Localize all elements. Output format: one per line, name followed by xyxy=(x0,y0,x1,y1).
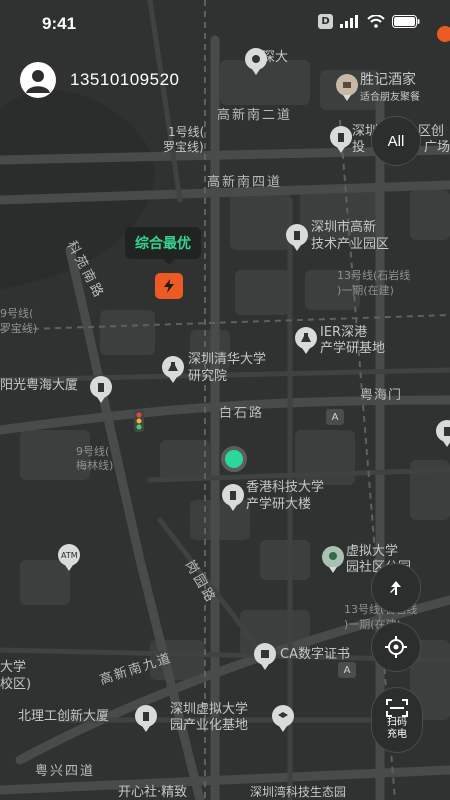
current-location-dot xyxy=(221,446,247,472)
lightning-icon xyxy=(164,279,174,293)
place-label: 深圳市高新 xyxy=(311,220,377,235)
bookstore-poi-icon[interactable] xyxy=(254,643,276,670)
place-label: CA数字证书 xyxy=(280,647,350,662)
location-pin-icon[interactable] xyxy=(437,26,450,42)
direction-arrow-icon xyxy=(390,581,401,595)
wifi-icon xyxy=(367,15,385,28)
place-label: 产学研基地 xyxy=(320,341,386,356)
place-label: 园产业化基地 xyxy=(170,718,249,733)
road-label: 白石路 xyxy=(219,406,265,421)
place-label: 研究院 xyxy=(188,369,228,384)
restaurant-poi-icon[interactable] xyxy=(336,74,358,101)
status-bar: 9:41 D xyxy=(0,0,450,46)
status-icons: D xyxy=(318,14,420,29)
place-label: 投 xyxy=(352,140,366,155)
research-poi-icon[interactable] xyxy=(295,327,317,354)
building-poi-icon[interactable] xyxy=(222,484,244,511)
place-label: 产学研大楼 xyxy=(246,497,312,512)
place-label: 9号线( xyxy=(76,445,110,458)
building-poi-icon[interactable] xyxy=(286,224,308,251)
place-label: 罗宝线) xyxy=(0,322,38,335)
place-label: )一期(在建) xyxy=(337,284,394,297)
place-label: 深圳清华大学 xyxy=(188,352,267,367)
place-label: 深圳湾科技生态园 xyxy=(250,785,347,799)
building-poi-icon[interactable] xyxy=(90,376,112,403)
building-poi-icon[interactable] xyxy=(135,705,157,732)
user-phone: 13510109520 xyxy=(70,70,180,89)
signal-icon xyxy=(340,15,358,28)
place-label: 虚拟大学 xyxy=(346,544,399,559)
target-icon xyxy=(385,636,407,658)
battery-icon xyxy=(392,15,420,28)
place-label: 深圳虚拟大学 xyxy=(170,702,249,717)
charge-label: 充电 xyxy=(387,729,407,740)
place-label: 适合朋友聚餐 xyxy=(360,92,420,103)
all-filter-button[interactable]: All xyxy=(371,116,421,166)
building-poi-icon[interactable] xyxy=(330,126,352,153)
road-marker-a: A xyxy=(326,409,344,425)
park-poi-icon[interactable] xyxy=(322,546,344,573)
route-tooltip: 综合最优 xyxy=(125,227,201,265)
place-label: 13号线(石岩线 xyxy=(337,269,411,282)
research-poi-icon[interactable] xyxy=(162,356,184,383)
place-label: 校区) xyxy=(0,677,32,692)
locate-me-button[interactable] xyxy=(371,622,421,672)
road-label: 粤海门 xyxy=(360,388,403,403)
user-icon xyxy=(26,70,50,93)
place-label: 大学 xyxy=(0,660,27,675)
school-poi-icon[interactable] xyxy=(272,705,294,732)
place-label: 胜记酒家 xyxy=(360,72,416,88)
place-label: 北理工创新大厦 xyxy=(18,709,110,724)
place-label: IER深港 xyxy=(320,325,368,340)
building-poi-icon[interactable] xyxy=(245,48,267,75)
user-header[interactable]: 13510109520 xyxy=(20,62,180,98)
road-label: 高新南二道 xyxy=(217,108,293,123)
place-label: 广场 xyxy=(424,140,450,155)
charging-station-marker[interactable] xyxy=(155,273,183,299)
place-label: 罗宝线) xyxy=(163,140,204,154)
place-label: 香港科技大学 xyxy=(246,480,325,495)
road-label: 高新南四道 xyxy=(207,175,283,190)
compass-button[interactable] xyxy=(371,563,421,613)
place-label: 1号线( xyxy=(168,125,205,139)
status-time: 9:41 xyxy=(42,14,77,33)
road-label: 粤兴四道 xyxy=(35,764,96,779)
status-badge: D xyxy=(318,14,333,29)
map-screen: 高新南二道 高新南四道 白石路 高新南九道 粤兴四道 科苑南路 岗园路 粤海门 … xyxy=(0,0,450,800)
road-marker-a: A xyxy=(338,662,356,678)
scan-label: 扫码 xyxy=(387,717,407,728)
place-label: ATM xyxy=(61,551,78,560)
place-label: 开心社·精致 xyxy=(118,785,188,800)
place-label: 9号线( xyxy=(0,307,34,320)
scan-icon xyxy=(386,699,408,717)
place-label: 阳光粤海大厦 xyxy=(0,378,79,393)
avatar[interactable] xyxy=(20,62,56,98)
place-label: 梅林线) xyxy=(76,459,114,472)
place-label: 技术产业园区 xyxy=(311,237,390,252)
scan-charge-button[interactable]: 扫码 充电 xyxy=(371,687,423,753)
place-label: 区创 xyxy=(418,124,445,139)
